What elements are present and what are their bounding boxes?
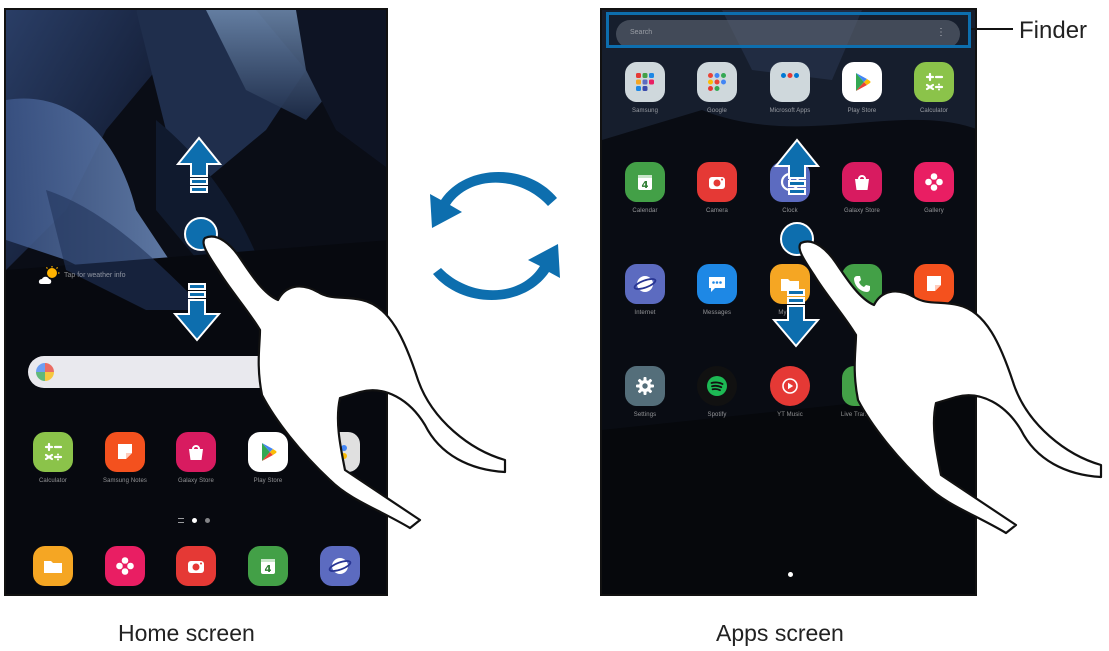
samsung-notes-icon[interactable] xyxy=(105,432,145,472)
svg-text:4: 4 xyxy=(642,180,649,191)
calendar-icon[interactable]: 4 xyxy=(248,546,288,586)
calculator-icon[interactable] xyxy=(33,432,73,472)
app-label: Live Transcribe xyxy=(840,412,884,418)
google-search-bar[interactable] xyxy=(28,356,288,388)
internet-icon[interactable] xyxy=(320,546,360,586)
app-label: Messages xyxy=(702,310,732,316)
app-label: Clock xyxy=(782,208,798,214)
gallery-icon[interactable] xyxy=(105,546,145,586)
app-label: Calculator xyxy=(38,478,67,484)
home-screen-caption: Home screen xyxy=(118,620,255,646)
svg-text:4: 4 xyxy=(265,564,272,575)
gallery-icon[interactable] xyxy=(914,162,954,202)
app-label: Samsung Notes xyxy=(103,478,147,484)
finder-placeholder: Search xyxy=(630,29,653,36)
phone-icon[interactable] xyxy=(842,264,882,304)
calendar-icon[interactable]: 4 xyxy=(625,162,665,202)
messages-icon[interactable] xyxy=(697,264,737,304)
page-dot xyxy=(205,518,210,523)
switch-arrows-icon xyxy=(430,171,560,301)
app-label: Camera xyxy=(706,208,728,214)
app-label: Google xyxy=(707,108,727,114)
settings-icon[interactable] xyxy=(625,366,665,406)
play-store-icon[interactable] xyxy=(842,62,882,102)
home-screen: Tap for weather info Calculator Samsung … xyxy=(4,8,388,596)
app-label: Gallery xyxy=(924,208,944,214)
galaxy-store-icon[interactable] xyxy=(176,432,216,472)
app-label: Samsung Notes xyxy=(912,310,956,316)
finder-search-bar[interactable]: Search ⋮ xyxy=(616,20,960,48)
app-label: Galaxy Store xyxy=(844,208,880,214)
my-files-icon[interactable] xyxy=(33,546,73,586)
play-store-icon[interactable] xyxy=(248,432,288,472)
my-files-icon[interactable] xyxy=(770,264,810,304)
more-options-icon[interactable]: ⋮ xyxy=(936,26,946,40)
finder-label: Finder xyxy=(1019,17,1088,44)
app-label: Play Store xyxy=(847,108,877,114)
google-icon xyxy=(36,363,54,381)
live-transcribe-icon[interactable] xyxy=(842,366,882,406)
apps-screen-caption: Apps screen xyxy=(716,620,844,646)
finder-leader-line xyxy=(971,28,1013,30)
app-label: Calculator xyxy=(919,108,948,114)
app-label: Google xyxy=(330,478,350,484)
microsoft-folder-icon[interactable] xyxy=(770,62,810,102)
samsung-folder-icon[interactable] xyxy=(625,62,665,102)
page-indicator[interactable] xyxy=(788,572,793,577)
clock-icon[interactable] xyxy=(770,162,810,202)
app-label: Microsoft Apps xyxy=(769,108,811,114)
app-label: YT Music xyxy=(777,412,803,418)
camera-icon[interactable] xyxy=(176,546,216,586)
app-label: Spotify xyxy=(707,412,727,418)
galaxy-store-icon[interactable] xyxy=(842,162,882,202)
calculator-icon[interactable] xyxy=(914,62,954,102)
app-label: Samsung xyxy=(631,108,659,114)
app-label: Settings xyxy=(633,412,657,418)
app-label: Galaxy Store xyxy=(178,478,214,484)
app-label: Phone xyxy=(853,310,871,316)
app-label: Calendar xyxy=(632,208,658,214)
home-page-icon xyxy=(178,518,184,523)
samsung-notes-icon[interactable] xyxy=(914,264,954,304)
page-dot xyxy=(192,518,197,523)
yt-music-icon[interactable] xyxy=(770,366,810,406)
weather-icon[interactable] xyxy=(38,266,60,286)
app-label: Play Store xyxy=(253,478,283,484)
page-indicator[interactable] xyxy=(178,518,210,523)
home-wallpaper xyxy=(6,10,386,594)
internet-icon[interactable] xyxy=(625,264,665,304)
app-label: My Files xyxy=(778,310,802,316)
google-folder-icon[interactable] xyxy=(697,62,737,102)
app-label: Internet xyxy=(634,310,656,316)
page-dot xyxy=(788,572,793,577)
camera-icon[interactable] xyxy=(697,162,737,202)
spotify-icon[interactable] xyxy=(697,366,737,406)
google-folder-icon[interactable] xyxy=(320,432,360,472)
weather-text[interactable]: Tap for weather info xyxy=(64,272,164,279)
apps-screen: Search ⋮ Samsung Google Microsoft Apps P… xyxy=(600,8,977,596)
